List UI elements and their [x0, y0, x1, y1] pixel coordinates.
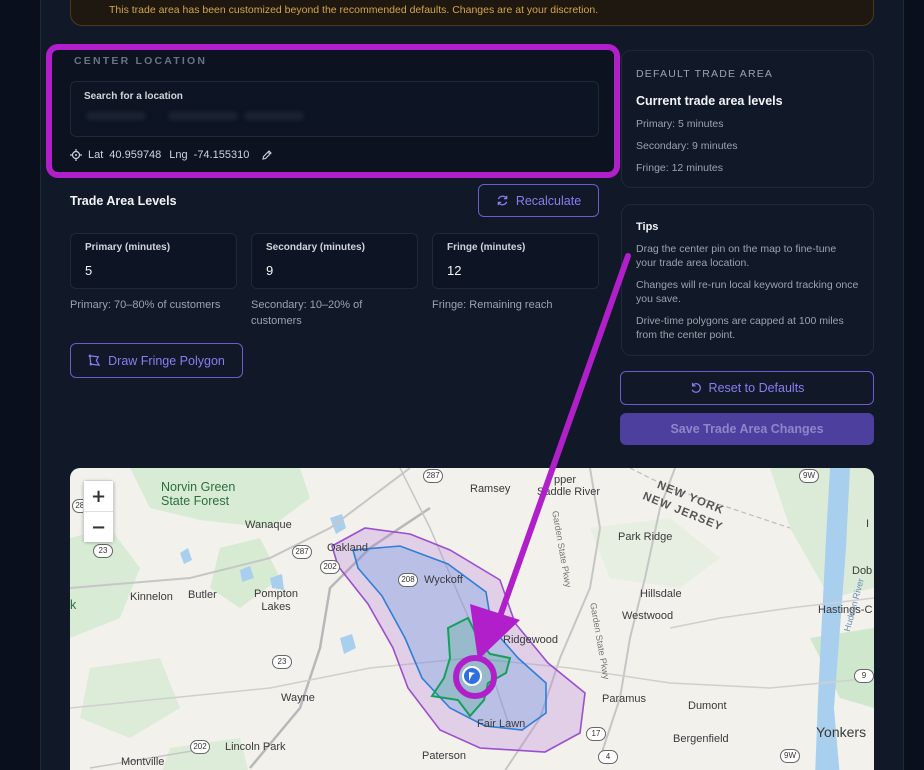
save-label: Save Trade Area Changes	[670, 422, 824, 436]
map-label-ridgewood: Ridgewood	[503, 634, 559, 646]
fringe-minutes-field[interactable]: Fringe (minutes)	[432, 233, 599, 289]
tip-item: Drive-time polygons are capped at 100 mi…	[636, 315, 844, 341]
polygon-icon	[88, 354, 101, 366]
route-17-shield: 17	[586, 727, 606, 741]
undo-icon	[691, 382, 701, 393]
map-label-k: k	[70, 598, 77, 612]
map-zoom-controls: + −	[83, 480, 114, 542]
lat-label: Lat	[88, 149, 104, 161]
route-202-shield: 202	[320, 560, 340, 574]
map-label-fair-lawn: Fair Lawn	[477, 718, 526, 730]
zoom-out-button[interactable]: −	[84, 512, 113, 542]
map-label-pompton-lakes: Pompton Lakes	[254, 588, 299, 613]
default-secondary: Secondary: 9 minutes	[636, 140, 738, 152]
primary-minutes-input[interactable]	[85, 261, 215, 279]
route-9-shield: 9	[854, 669, 874, 683]
reset-defaults-button[interactable]: Reset to Defaults	[620, 371, 874, 405]
map-label-wyckoff: Wyckoff	[424, 574, 463, 586]
map-label-westwood: Westwood	[622, 610, 674, 622]
route-202-shield: 202	[190, 740, 210, 754]
default-trade-area-caption: DEFAULT TRADE AREA	[636, 68, 774, 80]
route-287-shield: 287	[292, 545, 312, 559]
primary-minutes-field[interactable]: Primary (minutes)	[70, 233, 237, 289]
map-label-lincoln-park: Lincoln Park	[225, 741, 286, 753]
zoom-in-button[interactable]: +	[84, 481, 113, 511]
route-23-shield: 23	[272, 655, 292, 669]
map-label-dob: Dob	[852, 565, 873, 577]
fringe-minutes-label: Fringe (minutes)	[447, 242, 526, 253]
route-9w-shield: 9W	[799, 469, 819, 483]
default-primary: Primary: 5 minutes	[636, 118, 724, 130]
lng-label: Lng	[169, 149, 188, 161]
route-208-shield: 208	[398, 573, 418, 587]
map-label-ramsey: Ramsey	[470, 483, 511, 495]
map-label-upper: pper	[554, 474, 577, 486]
lng-value: -74.155310	[193, 149, 250, 161]
map-label-kinnelon: Kinnelon	[130, 591, 173, 603]
map-label-hillsdale: Hillsdale	[640, 588, 682, 600]
map-label-norvin: Norvin Green State Forest	[161, 480, 236, 508]
default-trade-area-title: Current trade area levels	[636, 94, 783, 108]
fringe-minutes-input[interactable]	[447, 261, 577, 279]
primary-minutes-label: Primary (minutes)	[85, 242, 171, 253]
pencil-icon[interactable]	[261, 149, 273, 161]
trade-area-levels-title: Trade Area Levels	[70, 194, 177, 208]
tip-item: Changes will re-run local keyword tracki…	[636, 279, 859, 305]
map-label-bergenfield: Bergenfield	[673, 733, 729, 745]
map-label-montville: Montville	[121, 756, 165, 768]
save-trade-area-button[interactable]: Save Trade Area Changes	[620, 413, 874, 445]
primary-note: Primary: 70–80% of customers	[70, 299, 221, 311]
map-label-saddle-river: Saddle River	[537, 486, 600, 498]
recalculate-button[interactable]: Recalculate	[478, 184, 599, 217]
secondary-minutes-label: Secondary (minutes)	[266, 242, 365, 253]
default-fringe: Fringe: 12 minutes	[636, 162, 723, 174]
fringe-note: Fringe: Remaining reach	[432, 299, 553, 311]
route-4-shield: 4	[598, 750, 618, 764]
lat-value: 40.959748	[109, 149, 162, 161]
warning-text: This trade area has been customized beyo…	[109, 4, 599, 16]
center-location-heading: CENTER LOCATION	[74, 55, 208, 67]
crosshair-icon	[70, 149, 82, 161]
secondary-minutes-field[interactable]: Secondary (minutes)	[251, 233, 418, 289]
route-287-shield: 287	[423, 469, 443, 483]
secondary-minutes-input[interactable]	[266, 261, 396, 279]
map-label-dumont: Dumont	[688, 700, 727, 712]
tips-card: Tips Drag the center pin on the map to f…	[621, 204, 874, 356]
secondary-note: Secondary: 10–20% of customers	[251, 299, 363, 327]
map-label-oakland: Oakland	[327, 542, 368, 554]
route-23-shield: 23	[93, 544, 113, 558]
map-label-butler: Butler	[188, 589, 217, 601]
location-search-label: Search for a location	[84, 91, 183, 102]
tips-title: Tips	[636, 221, 659, 233]
map-label-paramus: Paramus	[602, 693, 647, 705]
draw-fringe-polygon-label: Draw Fringe Polygon	[108, 353, 225, 368]
location-search-input[interactable]	[84, 106, 584, 126]
map-label-yonkers: Yonkers	[816, 724, 867, 740]
refresh-icon	[497, 195, 508, 206]
map-label-wanaque: Wanaque	[245, 519, 292, 531]
route-9w-shield: 9W	[780, 749, 800, 763]
redacted-text	[86, 112, 146, 120]
coordinates-readout: Lat 40.959748 Lng -74.155310	[70, 149, 273, 161]
map-label-wayne: Wayne	[281, 692, 315, 704]
reset-defaults-label: Reset to Defaults	[708, 381, 805, 395]
recalculate-label: Recalculate	[515, 193, 582, 208]
draw-fringe-polygon-button[interactable]: Draw Fringe Polygon	[70, 343, 243, 378]
redacted-text	[168, 112, 238, 120]
default-trade-area-card: DEFAULT TRADE AREA Current trade area le…	[621, 50, 874, 188]
trade-area-map[interactable]	[70, 468, 874, 770]
map-label-i: I	[866, 518, 870, 530]
map-label-paterson: Paterson	[422, 750, 467, 762]
map-label-park-ridge: Park Ridge	[618, 531, 673, 543]
redacted-text	[244, 112, 304, 120]
map-canvas[interactable]	[70, 468, 874, 770]
tip-item: Drag the center pin on the map to fine-t…	[636, 243, 837, 269]
customization-warning-banner: This trade area has been customized beyo…	[70, 0, 874, 26]
